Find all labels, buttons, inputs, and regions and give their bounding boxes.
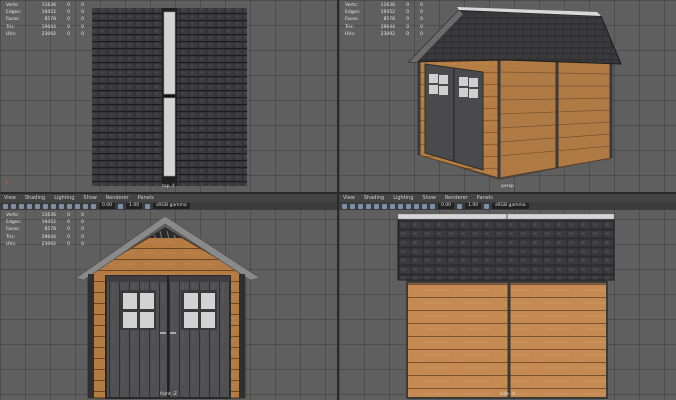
door-window-left bbox=[120, 290, 156, 330]
ridge-cap bbox=[163, 97, 176, 177]
camera-label: side -X bbox=[499, 392, 516, 397]
door-handle bbox=[160, 332, 166, 334]
ridge-cap bbox=[397, 213, 615, 220]
viewport-persp[interactable]: Verts: 11636 0 0 Edges: 19452 0 0 Faces: 8578 0 0… bbox=[339, 0, 676, 192]
ridge-cap bbox=[163, 11, 176, 95]
shed-side-wall bbox=[406, 281, 608, 399]
viewport-side[interactable]: View Shading Lighting Show Renderer Pane… bbox=[339, 194, 676, 400]
pane-divider-horizontal[interactable] bbox=[0, 192, 676, 194]
shed-front-model[interactable] bbox=[0, 194, 337, 400]
viewport-top[interactable]: Verts: 11636 0 0 Edges: 19452 0 0 Faces: 8578 0 0… bbox=[0, 0, 337, 192]
shed-side-wall bbox=[498, 57, 612, 179]
shed-top-model[interactable] bbox=[0, 0, 337, 192]
door-window-right bbox=[181, 290, 217, 330]
door-handle bbox=[170, 332, 176, 334]
camera-label: top -Y bbox=[162, 184, 175, 189]
roof-left-half bbox=[92, 8, 162, 186]
camera-label: front -Z bbox=[160, 392, 177, 397]
axis-gizmo: └ bbox=[5, 181, 9, 187]
shed-roof bbox=[397, 213, 615, 281]
camera-label: persp bbox=[501, 184, 514, 189]
shed-side-model[interactable] bbox=[339, 194, 676, 400]
pane-divider-vertical[interactable] bbox=[337, 0, 339, 400]
viewport-front[interactable]: View Shading Lighting Show Renderer Pane… bbox=[0, 194, 337, 400]
shed-persp-model[interactable] bbox=[339, 0, 676, 192]
roof-right-half bbox=[177, 8, 247, 186]
